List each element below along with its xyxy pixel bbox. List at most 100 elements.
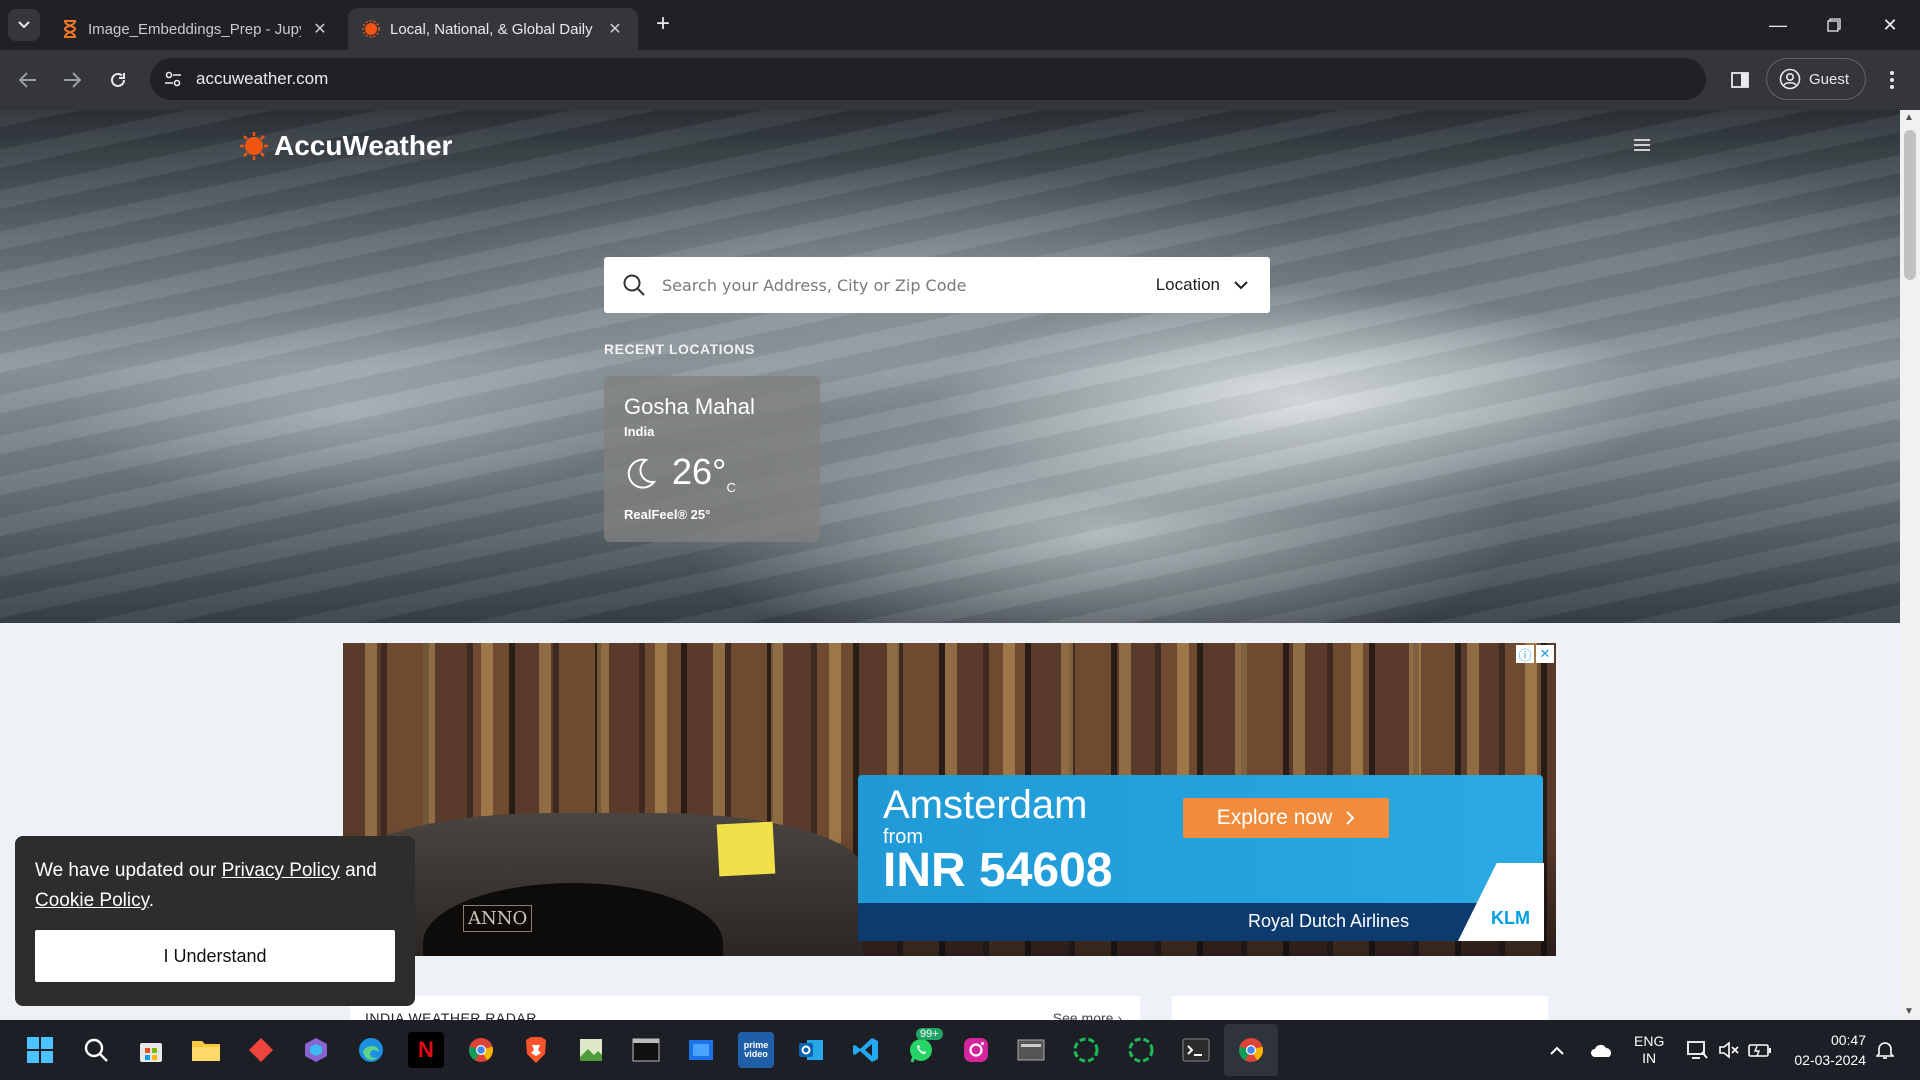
moon-icon (627, 458, 657, 489)
cookie-policy-link[interactable]: Cookie Policy (35, 890, 149, 911)
prime-video-icon[interactable]: prime video (738, 1032, 774, 1068)
ad-info-icon[interactable]: ⓘ (1516, 645, 1534, 663)
tab-jupyter[interactable]: Image_Embeddings_Prep - Jupy ✕ (48, 8, 343, 50)
see-more-link[interactable]: See more › (1053, 1010, 1122, 1020)
realfeel-text: RealFeel® 25° (624, 507, 711, 523)
close-window-button[interactable]: ✕ (1862, 0, 1918, 50)
side-panel-icon (1731, 72, 1749, 88)
location-country: India (624, 424, 655, 439)
ad-close-icon[interactable]: ✕ (1536, 645, 1554, 663)
profile-label: Guest (1809, 70, 1850, 88)
image-viewer-icon[interactable] (573, 1032, 609, 1068)
browser-menu-button[interactable] (1876, 64, 1908, 96)
terminal-window-icon[interactable] (628, 1032, 664, 1068)
tab-search-button[interactable] (8, 9, 40, 41)
ad-explore-button[interactable]: Explore now (1183, 798, 1389, 838)
minimize-button[interactable]: — (1750, 0, 1806, 50)
chrome-icon[interactable] (463, 1032, 499, 1068)
recent-locations-heading: RECENT LOCATIONS (604, 341, 755, 357)
ad-choices: ⓘ ✕ (1516, 645, 1554, 663)
file-explorer-icon[interactable] (188, 1032, 224, 1068)
terminal-icon[interactable] (1178, 1032, 1214, 1068)
edge-icon[interactable] (353, 1032, 389, 1068)
windows-start-icon[interactable] (22, 1032, 58, 1068)
location-search-bar: Location (604, 257, 1270, 313)
hamburger-icon (1634, 139, 1650, 151)
close-icon[interactable]: ✕ (606, 19, 624, 39)
progress-app-icon[interactable] (1068, 1032, 1104, 1068)
recent-location-card[interactable]: Gosha Mahal India 26°C RealFeel® 25° (604, 376, 820, 542)
location-dropdown[interactable]: Location (1156, 275, 1248, 295)
store-icon[interactable] (133, 1032, 169, 1068)
reload-icon (111, 72, 125, 87)
restore-button[interactable] (1806, 0, 1862, 50)
location-temperature: 26°C (672, 451, 736, 495)
brave-icon[interactable] (518, 1032, 554, 1068)
new-tab-button[interactable]: + (650, 12, 676, 38)
browser-toolbar: accuweather.com Guest (0, 50, 1920, 110)
kebab-menu-icon (1890, 71, 1894, 89)
site-settings-icon[interactable] (164, 70, 182, 88)
instagram-icon[interactable] (958, 1032, 994, 1068)
address-bar[interactable]: accuweather.com (150, 58, 1706, 100)
hero-banner (0, 110, 1900, 623)
tab-title: Local, National, & Global Daily W (390, 20, 596, 38)
scroll-up-arrow[interactable]: ▲ (1904, 112, 1914, 123)
vscode-icon[interactable] (848, 1032, 884, 1068)
account-circle-icon (1779, 68, 1801, 90)
ad-bottom-band (858, 903, 1543, 941)
temperature-unit: C (726, 480, 736, 496)
battery-icon[interactable] (1748, 1020, 1772, 1080)
page-viewport: AccuWeather Location RECENT LOCATIONS Go… (0, 110, 1920, 1020)
i-understand-button[interactable]: I Understand (35, 930, 395, 982)
page-scrollbar[interactable]: ▲ ▼ (1900, 110, 1920, 1020)
arrow-left-icon (19, 72, 36, 88)
show-hidden-icons[interactable] (1550, 1020, 1564, 1080)
scrollbar-thumb[interactable] (1904, 130, 1916, 280)
menu-button[interactable] (1634, 138, 1650, 157)
forward-button[interactable] (56, 64, 88, 96)
chevron-down-icon (1234, 280, 1248, 289)
tab-accuweather[interactable]: Local, National, & Global Daily W ✕ (348, 8, 638, 50)
language-code: ENG (1634, 1033, 1665, 1049)
clock-date: 02-03-2024 (1794, 1052, 1866, 1068)
outlook-icon[interactable] (793, 1032, 829, 1068)
temperature-value: 26° (672, 451, 727, 492)
region-code: IN (1642, 1050, 1657, 1066)
privacy-policy-link[interactable]: Privacy Policy (222, 860, 340, 881)
progress-app-2-icon[interactable] (1123, 1032, 1159, 1068)
disk-manager-icon[interactable] (1013, 1032, 1049, 1068)
accuweather-logo[interactable]: AccuWeather (240, 130, 452, 162)
logo-text: AccuWeather (274, 130, 453, 161)
onedrive-icon[interactable] (1590, 1020, 1614, 1080)
klm-advertisement[interactable]: ANNO Amsterdam from INR 54608 Explore no… (343, 643, 1556, 956)
location-dropdown-label: Location (1155, 275, 1220, 294)
location-city: Gosha Mahal (624, 394, 755, 419)
cookie-period: . (148, 890, 154, 911)
search-icon[interactable] (78, 1032, 114, 1068)
chrome-active-icon[interactable] (1233, 1032, 1269, 1068)
app-blue-window-icon[interactable] (683, 1032, 719, 1068)
back-button[interactable] (12, 64, 44, 96)
anydesk-icon[interactable] (243, 1032, 279, 1068)
chevron-right-icon (1346, 811, 1355, 825)
reload-button[interactable] (102, 64, 134, 96)
volume-muted-icon[interactable] (1718, 1020, 1740, 1080)
network-icon[interactable] (1686, 1020, 1708, 1080)
profile-button[interactable]: Guest (1766, 58, 1866, 100)
scroll-down-arrow[interactable]: ▼ (1904, 1006, 1914, 1017)
ad-price: INR 54608 (883, 844, 1113, 897)
windows-taskbar: N prime video 99+ ENG IN 00:47 02-03-202… (0, 1020, 1920, 1080)
language-indicator[interactable]: ENG IN (1634, 1020, 1664, 1080)
india-radar-card: INDIA WEATHER RADAR See more › (350, 996, 1140, 1020)
close-icon[interactable]: ✕ (311, 19, 329, 39)
system-clock[interactable]: 00:47 02-03-2024 (1786, 1030, 1866, 1070)
copilot-icon[interactable] (298, 1032, 334, 1068)
tab-title: Image_Embeddings_Prep - Jupy (88, 20, 301, 38)
search-input[interactable] (662, 275, 1122, 295)
radar-card-title: INDIA WEATHER RADAR (365, 1010, 537, 1020)
accuweather-sun-icon (362, 20, 380, 38)
notifications-icon[interactable] (1876, 1020, 1894, 1080)
netflix-icon[interactable]: N (408, 1032, 444, 1068)
side-panel-button[interactable] (1724, 64, 1756, 96)
